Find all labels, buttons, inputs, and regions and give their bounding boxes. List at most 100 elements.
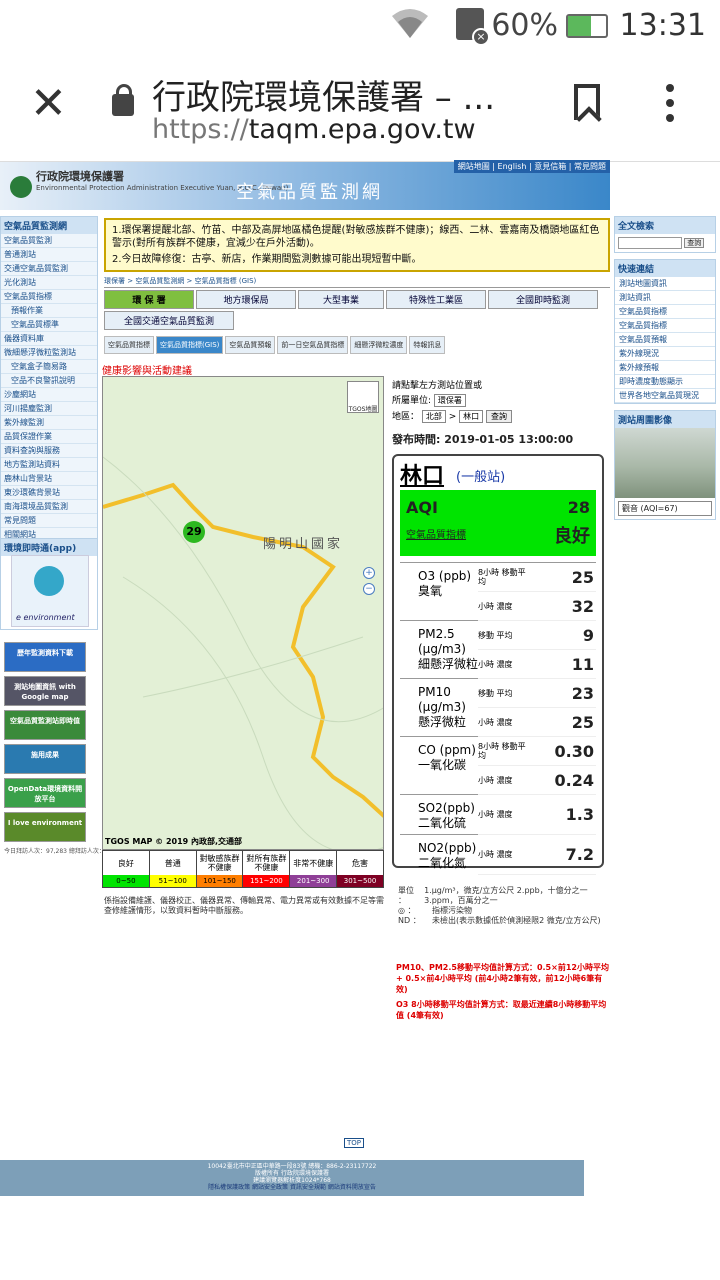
left-nav-item[interactable]: 空氣品質標準 <box>1 318 97 332</box>
station-selector: 請點擊左方測站位置或 所屬單位: 環保署 地區： 北部 > 林口 查詢 發布時間… <box>392 378 604 447</box>
zoom-out-icon[interactable]: − <box>363 583 375 595</box>
health-advice-link[interactable]: 健康影響與活動建議 <box>102 362 192 377</box>
pollutant-value-row: 移動 平均 23 <box>478 679 596 708</box>
footer-links[interactable]: 隱私權保護政策 網站安全政策 資訊安全規範 網站資料開放宣告 <box>0 1184 584 1191</box>
left-nav-item[interactable]: 空品不良警訊說明 <box>1 374 97 388</box>
quick-link[interactable]: 測站資訊 <box>615 291 715 305</box>
quick-link[interactable]: 空氣品質預報 <box>615 333 715 347</box>
units-note: 單位 ： 1.μg/m³，微克/立方公尺 2.ppb，十億分之一 3.ppm，百萬… <box>398 886 608 926</box>
top-links[interactable]: 網站地圖 | English | 意見信箱 | 常見問題 <box>453 160 610 173</box>
query-button[interactable]: 查詢 <box>486 410 513 423</box>
search-input[interactable] <box>618 237 682 249</box>
left-nav-item[interactable]: 紫外線監測 <box>1 416 97 430</box>
left-nav-item[interactable]: 東沙環礁背景站 <box>1 486 97 500</box>
legend-range: 101~150 <box>196 875 243 887</box>
quick-link[interactable]: 空氣品質指標 <box>615 319 715 333</box>
banner-link[interactable]: I love environment <box>4 812 86 842</box>
left-nav-item[interactable]: 預報作業 <box>1 304 97 318</box>
left-nav-item[interactable]: 空氣品質監測 <box>1 234 97 248</box>
left-nav-item[interactable]: 品質保證作業 <box>1 430 97 444</box>
site-select[interactable]: 林口 <box>459 410 484 423</box>
epa-logo-icon[interactable] <box>10 176 32 198</box>
left-nav-item[interactable]: 沙塵網站 <box>1 388 97 402</box>
station-name[interactable]: 林口 <box>400 458 444 490</box>
pollutant-name: O3 (ppb) 臭氧 <box>418 569 472 598</box>
left-nav-item[interactable]: 空氣盒子簡易路 <box>1 360 97 374</box>
app-icon[interactable]: e environment <box>11 555 89 627</box>
legend-name: 良好 <box>103 851 149 875</box>
area-select[interactable]: 北部 <box>421 410 446 423</box>
left-nav-item[interactable]: 普通測站 <box>1 248 97 262</box>
map-copyright: TGOS MAP © 2019 內政部,交通部 <box>105 837 243 846</box>
quick-link[interactable]: 紫外線預報 <box>615 361 715 375</box>
left-nav-item[interactable]: 南海環境品質監測 <box>1 500 97 514</box>
left-nav-item[interactable]: 儀器資料庫 <box>1 332 97 346</box>
left-nav-item[interactable]: 交通空氣品質監測 <box>1 262 97 276</box>
station-type-link[interactable]: (一般站) <box>456 466 505 485</box>
quick-link[interactable]: 測站地圖資訊 <box>615 277 715 291</box>
value-kind: 小時 濃度 <box>478 601 513 611</box>
page-title[interactable]: 行政院環境保護署 – ... <box>152 70 495 119</box>
pollutant-name: NO2(ppb) 二氧化氮 <box>418 841 477 870</box>
quick-link[interactable]: 紫外線現況 <box>615 347 715 361</box>
aqi-tab[interactable]: 空氣品質預報 <box>225 336 276 354</box>
station-photo[interactable] <box>615 428 715 498</box>
unit-tab[interactable]: 大型事業 <box>298 290 384 309</box>
unit-tab[interactable]: 全國即時監測 <box>488 290 598 309</box>
aqi-index-link[interactable]: 空氣品質指標 <box>406 526 466 541</box>
url-text[interactable]: https://taqm.epa.gov.tw <box>152 114 476 145</box>
aqi-tab[interactable]: 空氣品質指標 <box>104 336 154 354</box>
close-icon[interactable]: ✕ <box>30 82 67 126</box>
aqi-tab[interactable]: 前一日空氣品質指標 <box>277 336 349 354</box>
pollutant-name: PM2.5 (μg/m3) 細懸浮微粒 <box>418 627 479 671</box>
value-kind: 小時 濃度 <box>478 659 513 669</box>
tgos-map-button[interactable]: TGOS地圖 <box>347 381 379 413</box>
pollutant-value-row: 8小時 移動平均 0.30 <box>478 737 596 766</box>
unit-tab[interactable]: 特殊性工業區 <box>386 290 486 309</box>
station-photo-box: 測站周圍影像 觀音 (AQI=67) <box>614 410 716 520</box>
symbol-value: 指標污染物 <box>432 906 472 915</box>
photo-station-select[interactable]: 觀音 (AQI=67) <box>618 501 712 516</box>
search-button[interactable]: 查詢 <box>684 237 705 248</box>
unit-tab[interactable]: 地方環保局 <box>196 290 296 309</box>
overflow-menu-icon[interactable] <box>666 84 674 129</box>
station-map[interactable]: 29 陽明山國家 TGOS地圖 + − TGOS MAP © 2019 內政部,… <box>102 376 384 850</box>
left-nav-item[interactable]: 常見問題 <box>1 514 97 528</box>
banner-link[interactable]: 施用成果 <box>4 744 86 774</box>
quick-link[interactable]: 即時濃度動態顯示 <box>615 375 715 389</box>
app-box-title: 環境即時通(app) <box>1 539 97 556</box>
left-nav-item[interactable]: 鹿林山背景站 <box>1 472 97 486</box>
station-marker[interactable]: 29 <box>183 521 205 543</box>
zoom-in-icon[interactable]: + <box>363 567 375 579</box>
pm-calc-note: PM10、PM2.5移動平均值計算方式：0.5×前12小時平均 + 0.5×前4… <box>396 963 609 994</box>
breadcrumb[interactable]: 環保署 > 空氣品質監測網 > 空氣品質指標 (GIS) <box>104 276 610 288</box>
unit-tab[interactable]: 環 保 署 <box>104 290 194 309</box>
notice-line-1: 1.環保署提醒北部、竹苗、中部及高屏地區橘色提醒(對敏感族群不健康)；線西、二林… <box>112 225 600 249</box>
clock: 13:31 <box>619 8 706 43</box>
value-number: 25 <box>571 712 594 732</box>
bookmark-icon[interactable] <box>574 84 600 120</box>
unit-select[interactable]: 環保署 <box>433 394 466 407</box>
left-nav-item[interactable]: 地方監測站資料 <box>1 458 97 472</box>
banner-list: 歷年監測資料下載 測站地圖資訊 with Google map 空氣品質監測站即時值… <box>4 642 86 846</box>
banner-link[interactable]: 歷年監測資料下載 <box>4 642 86 672</box>
value-kind: 8小時 移動平均 <box>478 568 526 586</box>
left-nav-item[interactable]: 資料查詢與服務 <box>1 444 97 458</box>
aqi-tab[interactable]: 細懸浮微粒濃度 <box>350 336 408 354</box>
left-nav-item[interactable]: 光化測站 <box>1 276 97 290</box>
quick-link[interactable]: 空氣品質指標 <box>615 305 715 319</box>
quick-link[interactable]: 世界各地空氣品質現況 <box>615 389 715 403</box>
left-nav-item[interactable]: 河川揚塵監測 <box>1 402 97 416</box>
left-nav-item[interactable]: 空氣品質指標 <box>1 290 97 304</box>
aqi-tab[interactable]: 空氣品質指標(GIS) <box>156 336 224 354</box>
aqi-tab[interactable]: 特報訊息 <box>409 336 446 354</box>
banner-link[interactable]: 空氣品質監測站即時值 <box>4 710 86 740</box>
banner-link[interactable]: OpenData環境資料開放平台 <box>4 778 86 808</box>
lock-icon[interactable] <box>112 84 134 116</box>
back-to-top-button[interactable]: TOP <box>344 1138 365 1148</box>
unit-tab[interactable]: 全國交通空氣品質監測 <box>104 311 234 330</box>
units-value: 1.μg/m³，微克/立方公尺 2.ppb，十億分之一 3.ppm，百萬分之一 <box>424 886 588 905</box>
banner-link[interactable]: 測站地圖資訊 with Google map <box>4 676 86 706</box>
left-nav-item[interactable]: 微細懸浮微粒監測站 <box>1 346 97 360</box>
area-label: 地區： <box>392 412 420 422</box>
